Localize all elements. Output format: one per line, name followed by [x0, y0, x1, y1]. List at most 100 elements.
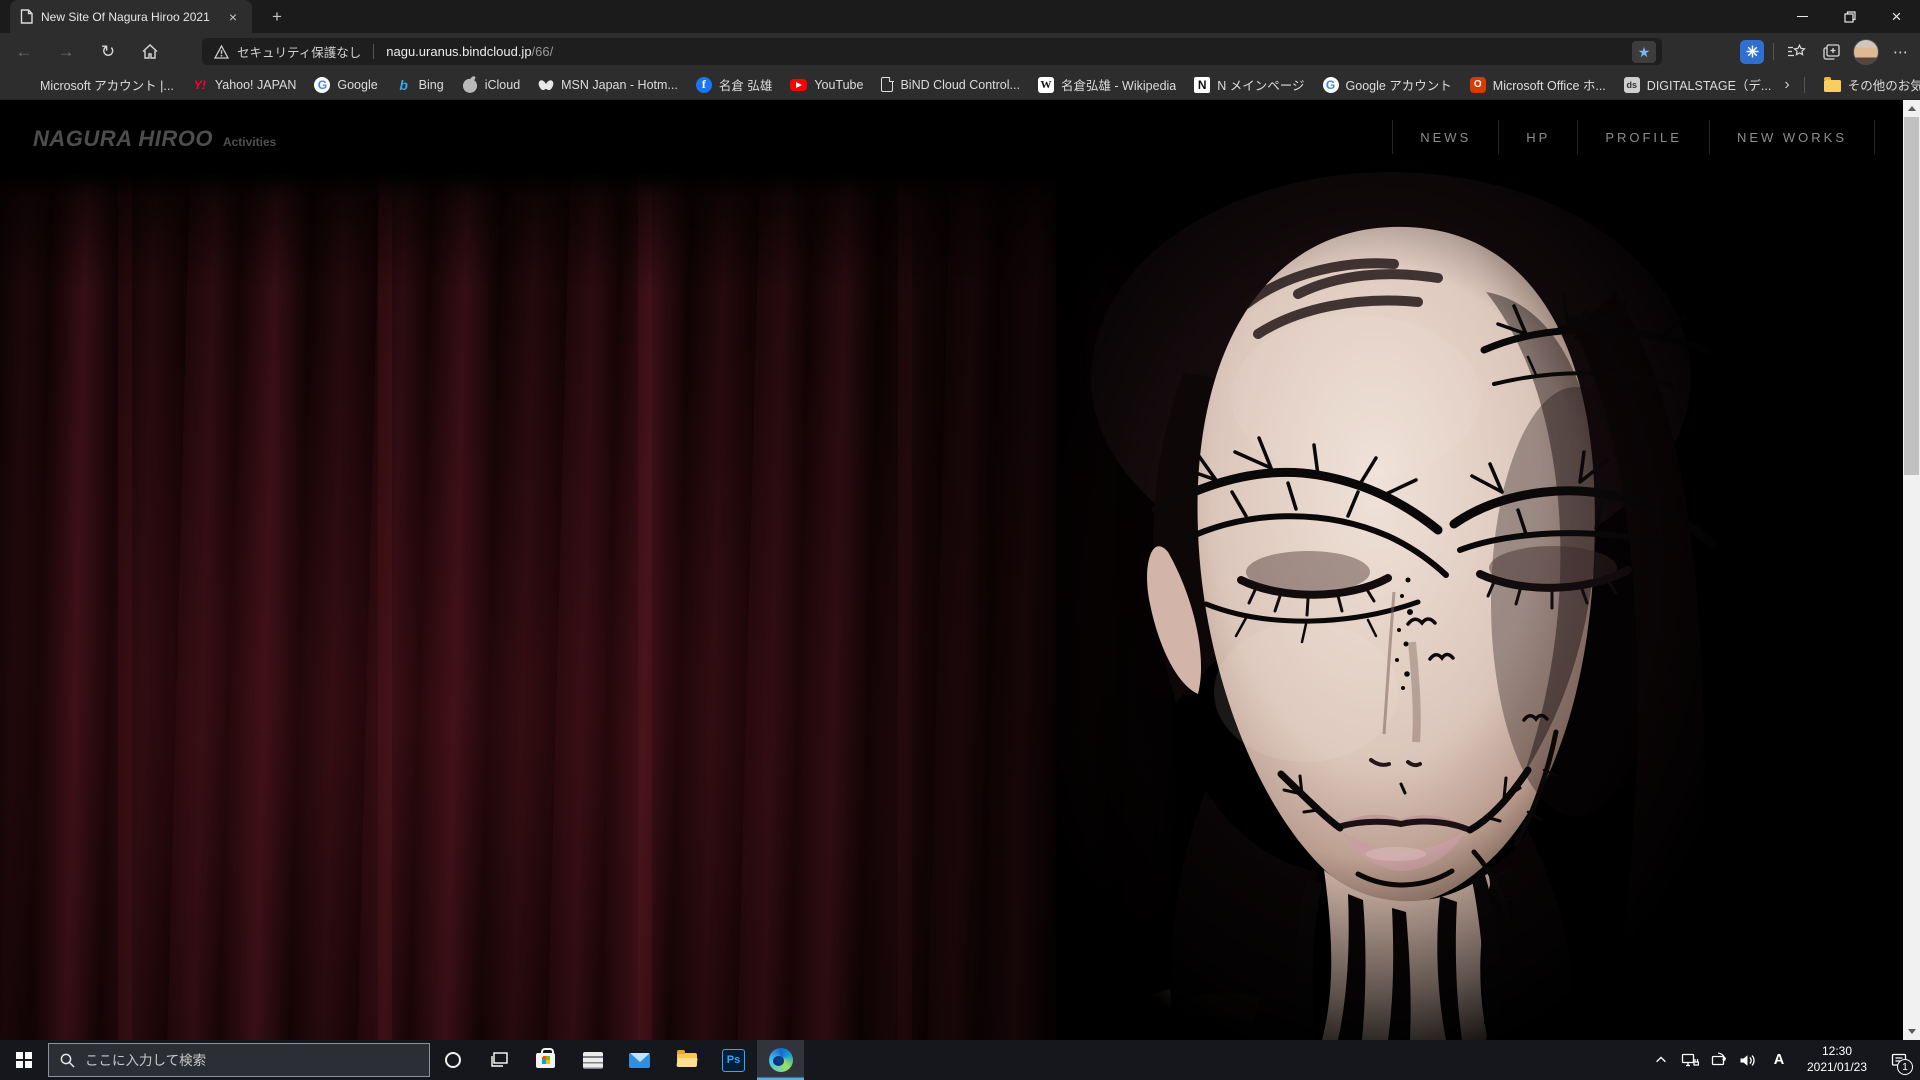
- favorite-button[interactable]: ★: [1632, 41, 1656, 63]
- cast-icon: [1710, 1052, 1727, 1068]
- favorites-star-icon: [1787, 44, 1806, 59]
- hero-section: [0, 172, 1903, 1040]
- tab-title: New Site Of Nagura Hiroo 2021: [41, 10, 216, 24]
- bookmark-yahoo[interactable]: Y!Yahoo! JAPAN: [183, 74, 306, 96]
- back-button[interactable]: ←: [6, 37, 42, 67]
- taskbar-search-box[interactable]: [48, 1043, 430, 1077]
- bookmark-office[interactable]: O Microsoft Office ホ...: [1461, 72, 1615, 97]
- bookmark-label: DIGITALSTAGE（デ...: [1647, 75, 1772, 94]
- bookmark-label: 名倉弘雄 - Wikipedia: [1061, 75, 1176, 94]
- home-icon: [142, 44, 158, 59]
- task-view-icon: [490, 1052, 508, 1068]
- bookmarks-overflow-chevron[interactable]: ›: [1780, 76, 1793, 94]
- scrollbar-down-button[interactable]: [1903, 1023, 1920, 1040]
- minimize-button[interactable]: [1779, 0, 1826, 33]
- nav-item-new-works[interactable]: NEW WORKS: [1709, 120, 1875, 154]
- bookmark-microsoft[interactable]: Microsoft アカウント |...: [8, 72, 183, 97]
- bookmark-bing[interactable]: bBing: [387, 74, 453, 96]
- refresh-button[interactable]: ↻: [90, 37, 126, 67]
- clock-time: 12:30: [1796, 1044, 1878, 1060]
- volume-button[interactable]: [1733, 1040, 1762, 1080]
- bookmark-google[interactable]: GGoogle: [305, 74, 386, 96]
- bookmark-page[interactable]: BiND Cloud Control...: [872, 74, 1029, 95]
- google-icon: G: [1323, 77, 1339, 93]
- store-taskbar-button[interactable]: [522, 1040, 569, 1080]
- site-nav: NEWSHPPROFILENEW WORKS: [1392, 120, 1875, 154]
- cast-status-button[interactable]: [1704, 1040, 1733, 1080]
- bookmark-google[interactable]: GGoogle アカウント: [1314, 72, 1461, 97]
- taskbar-pinned-apps: Ps: [522, 1040, 804, 1080]
- volume-icon: [1739, 1053, 1756, 1068]
- bookmark-label: Microsoft Office ホ...: [1493, 75, 1606, 94]
- office-icon: O: [1470, 77, 1486, 93]
- start-button[interactable]: [0, 1040, 48, 1080]
- bookmark-youtube[interactable]: YouTube: [781, 75, 872, 95]
- profile-avatar[interactable]: [1853, 39, 1879, 65]
- bing-icon: b: [396, 77, 412, 93]
- bookmark-label: iCloud: [485, 78, 520, 92]
- window-controls: ×: [1779, 0, 1920, 33]
- scrollbar-thumb[interactable]: [1904, 117, 1919, 475]
- youtube-icon: [790, 79, 807, 91]
- ime-mode-button[interactable]: A: [1762, 1040, 1796, 1080]
- mail-icon: [629, 1053, 650, 1068]
- collections-button[interactable]: [1818, 39, 1844, 65]
- close-window-button[interactable]: ×: [1873, 0, 1920, 33]
- page-scrollbar[interactable]: [1903, 100, 1920, 1040]
- stack-icon: [583, 1052, 603, 1069]
- tab-close-button[interactable]: ×: [224, 8, 242, 26]
- extension-button[interactable]: [1740, 40, 1764, 64]
- site-logo[interactable]: NAGURA HIROO Activities: [33, 126, 276, 152]
- favorites-bar-button[interactable]: [1783, 39, 1809, 65]
- nav-item-news[interactable]: NEWS: [1392, 120, 1498, 154]
- active-tab[interactable]: New Site Of Nagura Hiroo 2021 ×: [10, 0, 252, 33]
- bookmark-apple[interactable]: iCloud: [453, 74, 529, 96]
- bookmark-facebook[interactable]: f名倉 弘雄: [687, 72, 781, 97]
- hero-face-image: [1056, 172, 1716, 1040]
- taskbar-search-input[interactable]: [85, 1053, 385, 1068]
- restore-button[interactable]: [1826, 0, 1873, 33]
- bookmarks-list: Microsoft アカウント |...Y!Yahoo! JAPANGGoogl…: [8, 72, 1780, 97]
- snowflake-icon: [1746, 45, 1759, 58]
- bookmark-digitalstage[interactable]: dsDIGITALSTAGE（デ...: [1615, 72, 1781, 97]
- security-label[interactable]: セキュリティ保護なし: [237, 42, 361, 61]
- home-button[interactable]: [132, 37, 168, 67]
- store-icon: [536, 1053, 555, 1068]
- bookmark-msn[interactable]: MSN Japan - Hotm...: [529, 74, 687, 96]
- other-favorites-button[interactable]: その他のお気に入り: [1815, 72, 1920, 97]
- site-logo-title: NAGURA HIROO: [33, 126, 213, 152]
- bookmark-wikipedia[interactable]: W名倉弘雄 - Wikipedia: [1029, 72, 1185, 97]
- mail-taskbar-button[interactable]: [616, 1040, 663, 1080]
- edge-icon: [769, 1048, 793, 1072]
- forward-button[interactable]: →: [48, 37, 84, 67]
- windows-taskbar: Ps A 12:30 2021/01/23 1: [0, 1040, 1920, 1080]
- site-header: NAGURA HIROO Activities NEWSHPPROFILENEW…: [0, 100, 1903, 172]
- file-explorer-taskbar-button[interactable]: [663, 1040, 710, 1080]
- task-view-button[interactable]: [476, 1040, 522, 1080]
- photoshop-icon: Ps: [722, 1049, 745, 1072]
- address-bar[interactable]: セキュリティ保護なし nagu.uranus.bindcloud.jp/66/ …: [202, 38, 1662, 65]
- photoshop-taskbar-button[interactable]: Ps: [710, 1040, 757, 1080]
- bookmark-label: N メインページ: [1217, 75, 1304, 94]
- notification-center-button[interactable]: 1: [1878, 1040, 1920, 1080]
- notification-badge: 1: [1897, 1059, 1913, 1075]
- scrollbar-up-button[interactable]: [1903, 100, 1920, 117]
- tray-chevron-up-button[interactable]: [1646, 1040, 1675, 1080]
- edge-taskbar-button[interactable]: [757, 1040, 804, 1080]
- url-path: /66/: [532, 44, 554, 59]
- folder-icon: [1824, 80, 1841, 92]
- other-favorites-label: その他のお気に入り: [1848, 75, 1920, 94]
- stack-taskbar-button[interactable]: [569, 1040, 616, 1080]
- settings-more-button[interactable]: ⋯: [1888, 39, 1914, 65]
- favorite-star-icon: ★: [1638, 45, 1651, 59]
- network-status-button[interactable]: [1675, 1040, 1704, 1080]
- taskbar-clock[interactable]: 12:30 2021/01/23: [1796, 1044, 1878, 1075]
- cortana-button[interactable]: [430, 1040, 476, 1080]
- nav-item-profile[interactable]: PROFILE: [1577, 120, 1709, 154]
- new-tab-button[interactable]: +: [264, 6, 290, 28]
- toolbar-separator: [1773, 43, 1774, 60]
- url-text[interactable]: nagu.uranus.bindcloud.jp/66/: [386, 44, 553, 59]
- file-explorer-icon: [677, 1053, 697, 1067]
- nav-item-hp[interactable]: HP: [1498, 120, 1577, 154]
- bookmark-n-tile[interactable]: NN メインページ: [1185, 72, 1313, 97]
